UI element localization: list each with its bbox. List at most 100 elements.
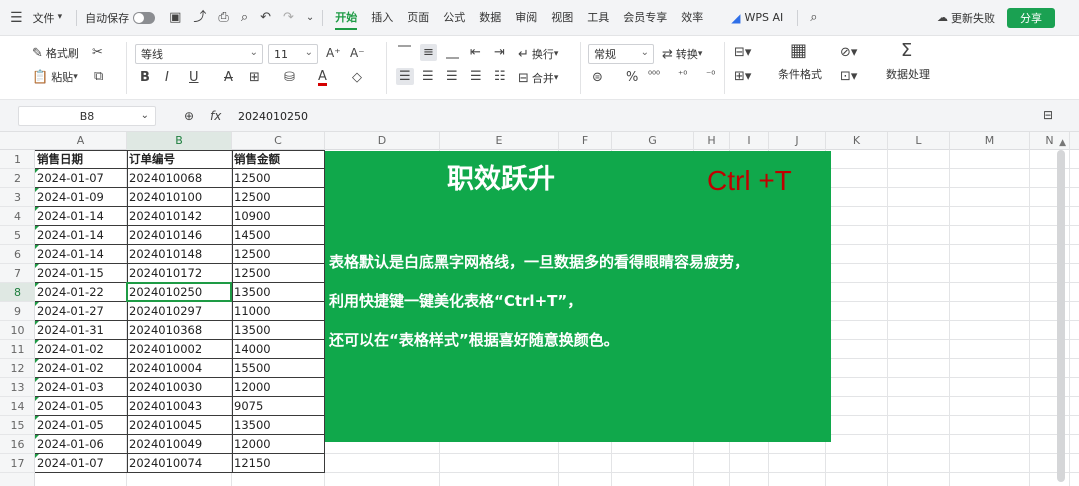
- distributed-icon[interactable]: ☷: [494, 70, 506, 83]
- cell-date[interactable]: 2024-01-05: [35, 416, 127, 435]
- format-painter-button[interactable]: ✎ 格式刷: [32, 43, 79, 63]
- cell-amount[interactable]: 13500: [232, 416, 325, 435]
- underline-icon[interactable]: U: [189, 71, 199, 84]
- cell-amount[interactable]: 9075: [232, 397, 325, 416]
- tab-efficiency[interactable]: 效率: [681, 0, 703, 36]
- tab-home[interactable]: 开始: [335, 0, 358, 36]
- number-format-select[interactable]: 常规 ⌄: [588, 44, 654, 64]
- align-left-icon[interactable]: ☰: [396, 68, 414, 85]
- cell-order[interactable]: 2024010172: [127, 264, 232, 283]
- autosave-toggle[interactable]: 自动保存: [85, 6, 156, 30]
- zoom-icon[interactable]: ⊕: [184, 110, 194, 122]
- more-chevron-icon[interactable]: ⌄: [306, 12, 314, 23]
- row-header-2[interactable]: 2: [0, 169, 35, 188]
- column-header-f[interactable]: F: [559, 132, 612, 150]
- font-color-icon[interactable]: A: [318, 70, 327, 86]
- cell-amount[interactable]: 10900: [232, 207, 325, 226]
- tab-member[interactable]: 会员专享: [623, 0, 667, 36]
- thousands-icon[interactable]: ⁰⁰⁰: [648, 71, 660, 81]
- header-cell-amount[interactable]: 销售金额: [232, 150, 325, 169]
- formula-input[interactable]: 2024010250: [232, 106, 1056, 126]
- percent-icon[interactable]: %: [626, 71, 638, 84]
- align-middle-icon[interactable]: ≡: [420, 44, 437, 61]
- name-box[interactable]: B8 ⌄: [18, 106, 156, 126]
- cell-order[interactable]: 2024010002: [127, 340, 232, 359]
- font-name-select[interactable]: 等线 ⌄: [135, 44, 263, 64]
- export-icon[interactable]: ⤴: [193, 11, 206, 24]
- cell-order[interactable]: 2024010074: [127, 454, 232, 473]
- cell-date[interactable]: 2024-01-14: [35, 207, 127, 226]
- align-bottom-icon[interactable]: ⎽: [446, 46, 459, 59]
- cell-date[interactable]: 2024-01-02: [35, 340, 127, 359]
- copy-icon[interactable]: ⧉: [94, 70, 103, 83]
- align-center-icon[interactable]: ☰: [422, 70, 434, 83]
- expand-icon[interactable]: ⊟: [1043, 109, 1053, 121]
- cell-style-icon[interactable]: ⊘▾: [840, 46, 857, 59]
- tab-review[interactable]: 审阅: [515, 0, 537, 36]
- cell-date[interactable]: 2024-01-22: [35, 283, 127, 302]
- decrease-font-icon[interactable]: A⁻: [350, 47, 365, 59]
- cell-amount[interactable]: 12500: [232, 264, 325, 283]
- cell-date[interactable]: 2024-01-03: [35, 378, 127, 397]
- menu-icon[interactable]: ☰: [10, 11, 23, 25]
- cell-order[interactable]: 2024010148: [127, 245, 232, 264]
- tab-tools[interactable]: 工具: [587, 0, 609, 36]
- cell-date[interactable]: 2024-01-14: [35, 245, 127, 264]
- scroll-up-icon[interactable]: ▲: [1059, 138, 1066, 148]
- column-header-b[interactable]: B: [127, 132, 232, 150]
- tab-insert[interactable]: 插入: [371, 0, 393, 36]
- sheet-icon[interactable]: ⊞▾: [734, 70, 751, 83]
- tab-view[interactable]: 视图: [551, 0, 573, 36]
- italic-icon[interactable]: I: [165, 71, 169, 84]
- row-header-16[interactable]: 16: [0, 435, 35, 454]
- increase-font-icon[interactable]: A⁺: [326, 47, 341, 59]
- clear-format-icon[interactable]: ◇: [352, 71, 362, 84]
- print-preview-icon[interactable]: ⌕: [241, 11, 248, 24]
- row-header-7[interactable]: 7: [0, 264, 35, 283]
- cell-order[interactable]: 2024010049: [127, 435, 232, 454]
- column-header-l[interactable]: L: [888, 132, 950, 150]
- row-header-1[interactable]: 1: [0, 150, 35, 169]
- currency-icon[interactable]: ⊜: [592, 71, 603, 84]
- increase-decimal-icon[interactable]: ⁺⁰: [678, 71, 687, 81]
- column-header-k[interactable]: K: [826, 132, 888, 150]
- cell-amount[interactable]: 11000: [232, 302, 325, 321]
- border-icon[interactable]: ⊞: [249, 71, 260, 84]
- cell-order[interactable]: 2024010043: [127, 397, 232, 416]
- row-header-4[interactable]: 4: [0, 207, 35, 226]
- column-header-a[interactable]: A: [35, 132, 127, 150]
- search-icon[interactable]: ⌕: [810, 11, 817, 24]
- cell-date[interactable]: 2024-01-31: [35, 321, 127, 340]
- column-header-c[interactable]: C: [232, 132, 325, 150]
- row-header-8[interactable]: 8: [0, 283, 35, 302]
- column-header-d[interactable]: D: [325, 132, 440, 150]
- column-header-i[interactable]: I: [730, 132, 769, 150]
- row-col-icon[interactable]: ⊟▾: [734, 46, 751, 59]
- cell-amount[interactable]: 15500: [232, 359, 325, 378]
- indent-decrease-icon[interactable]: ⇤: [470, 46, 481, 59]
- cell-date[interactable]: 2024-01-02: [35, 359, 127, 378]
- cell-date[interactable]: 2024-01-05: [35, 397, 127, 416]
- undo-icon[interactable]: ↶: [260, 11, 271, 24]
- redo-icon[interactable]: ↷: [283, 11, 294, 24]
- tab-data[interactable]: 数据: [479, 0, 501, 36]
- align-top-icon[interactable]: ⎺: [398, 46, 411, 59]
- justify-icon[interactable]: ☰: [470, 70, 482, 83]
- row-header-9[interactable]: 9: [0, 302, 35, 321]
- column-header-g[interactable]: G: [612, 132, 694, 150]
- cell-amount[interactable]: 12150: [232, 454, 325, 473]
- cell-amount[interactable]: 12000: [232, 378, 325, 397]
- file-menu[interactable]: 文件 ▾: [33, 6, 63, 30]
- fx-icon[interactable]: fx: [210, 109, 221, 123]
- cell-date[interactable]: 2024-01-15: [35, 264, 127, 283]
- cell-order[interactable]: 2024010045: [127, 416, 232, 435]
- freeze-icon[interactable]: ⊡▾: [840, 70, 857, 83]
- tab-formula[interactable]: 公式: [443, 0, 465, 36]
- print-icon[interactable]: ⎙: [218, 11, 228, 24]
- strikethrough-icon[interactable]: A: [224, 71, 233, 84]
- cell-order[interactable]: 2024010146: [127, 226, 232, 245]
- column-header-h[interactable]: H: [694, 132, 730, 150]
- row-header-14[interactable]: 14: [0, 397, 35, 416]
- merge-button[interactable]: ⊟ 合并 ▾: [518, 68, 561, 88]
- cell-amount[interactable]: 12500: [232, 188, 325, 207]
